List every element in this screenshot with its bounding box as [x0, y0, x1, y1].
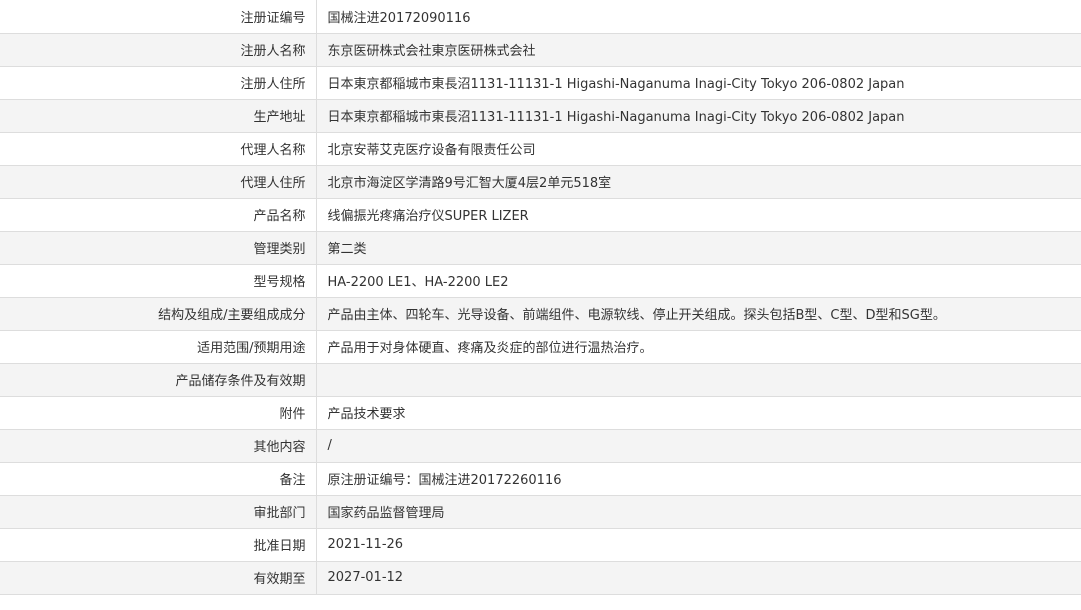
field-value: 日本東京都稲城市東長沼1131-11131-1 Higashi-Naganuma…: [316, 66, 1081, 100]
field-value: /: [316, 429, 1081, 463]
field-label: 型号规格: [0, 264, 317, 298]
field-label: 备注: [0, 462, 317, 496]
row-approval-date: 批准日期 2021-11-26: [0, 528, 1081, 562]
field-value: 第二类: [316, 231, 1081, 265]
row-agent-address: 代理人住所 北京市海淀区学清路9号汇智大厦4层2单元518室: [0, 165, 1081, 199]
row-approval-department: 审批部门 国家药品监督管理局: [0, 495, 1081, 529]
row-registrant-address: 注册人住所 日本東京都稲城市東長沼1131-11131-1 Higashi-Na…: [0, 66, 1081, 100]
field-value: 线偏振光疼痛治疗仪SUPER LIZER: [316, 198, 1081, 232]
row-other-content: 其他内容 /: [0, 429, 1081, 463]
field-label: 注册人名称: [0, 33, 317, 67]
field-label: 代理人名称: [0, 132, 317, 166]
field-value: 北京市海淀区学清路9号汇智大厦4层2单元518室: [316, 165, 1081, 199]
field-label: 审批部门: [0, 495, 317, 529]
row-product-name: 产品名称 线偏振光疼痛治疗仪SUPER LIZER: [0, 198, 1081, 232]
field-label: 批准日期: [0, 528, 317, 562]
row-registration-number: 注册证编号 国械注进20172090116: [0, 0, 1081, 34]
field-label: 适用范围/预期用途: [0, 330, 317, 364]
field-label: 有效期至: [0, 561, 317, 595]
field-label: 附件: [0, 396, 317, 430]
row-production-address: 生产地址 日本東京都稲城市東長沼1131-11131-1 Higashi-Nag…: [0, 99, 1081, 133]
field-value: 北京安蒂艾克医疗设备有限责任公司: [316, 132, 1081, 166]
field-label: 生产地址: [0, 99, 317, 133]
field-value: 东京医研株式会社東京医研株式会社: [316, 33, 1081, 67]
field-label: 产品名称: [0, 198, 317, 232]
field-value: 国械注进20172090116: [316, 0, 1081, 34]
row-scope-intended-use: 适用范围/预期用途 产品用于对身体硬直、疼痛及炎症的部位进行温热治疗。: [0, 330, 1081, 364]
registration-info-table: 注册证编号 国械注进20172090116 注册人名称 东京医研株式会社東京医研…: [0, 0, 1081, 595]
field-value: 2027-01-12: [316, 561, 1081, 595]
field-label: 产品储存条件及有效期: [0, 363, 317, 397]
field-label: 代理人住所: [0, 165, 317, 199]
row-remarks: 备注 原注册证编号：国械注进20172260116: [0, 462, 1081, 496]
row-agent-name: 代理人名称 北京安蒂艾克医疗设备有限责任公司: [0, 132, 1081, 166]
field-label: 其他内容: [0, 429, 317, 463]
field-value: 产品技术要求: [316, 396, 1081, 430]
field-label: 注册人住所: [0, 66, 317, 100]
field-label: 结构及组成/主要组成成分: [0, 297, 317, 331]
field-value: 原注册证编号：国械注进20172260116: [316, 462, 1081, 496]
field-label: 管理类别: [0, 231, 317, 265]
field-value: [316, 363, 1081, 397]
field-value: 2021-11-26: [316, 528, 1081, 562]
field-value: 产品用于对身体硬直、疼痛及炎症的部位进行温热治疗。: [316, 330, 1081, 364]
row-structure-composition: 结构及组成/主要组成成分 产品由主体、四轮车、光导设备、前端组件、电源软线、停止…: [0, 297, 1081, 331]
field-value: 日本東京都稲城市東長沼1131-11131-1 Higashi-Naganuma…: [316, 99, 1081, 133]
row-valid-until: 有效期至 2027-01-12: [0, 561, 1081, 595]
row-management-category: 管理类别 第二类: [0, 231, 1081, 265]
row-storage-validity: 产品储存条件及有效期: [0, 363, 1081, 397]
field-value: 产品由主体、四轮车、光导设备、前端组件、电源软线、停止开关组成。探头包括B型、C…: [316, 297, 1081, 331]
field-label: 注册证编号: [0, 0, 317, 34]
field-value: 国家药品监督管理局: [316, 495, 1081, 529]
row-model-specification: 型号规格 HA-2200 LE1、HA-2200 LE2: [0, 264, 1081, 298]
field-value: HA-2200 LE1、HA-2200 LE2: [316, 264, 1081, 298]
row-registrant-name: 注册人名称 东京医研株式会社東京医研株式会社: [0, 33, 1081, 67]
row-attachment: 附件 产品技术要求: [0, 396, 1081, 430]
